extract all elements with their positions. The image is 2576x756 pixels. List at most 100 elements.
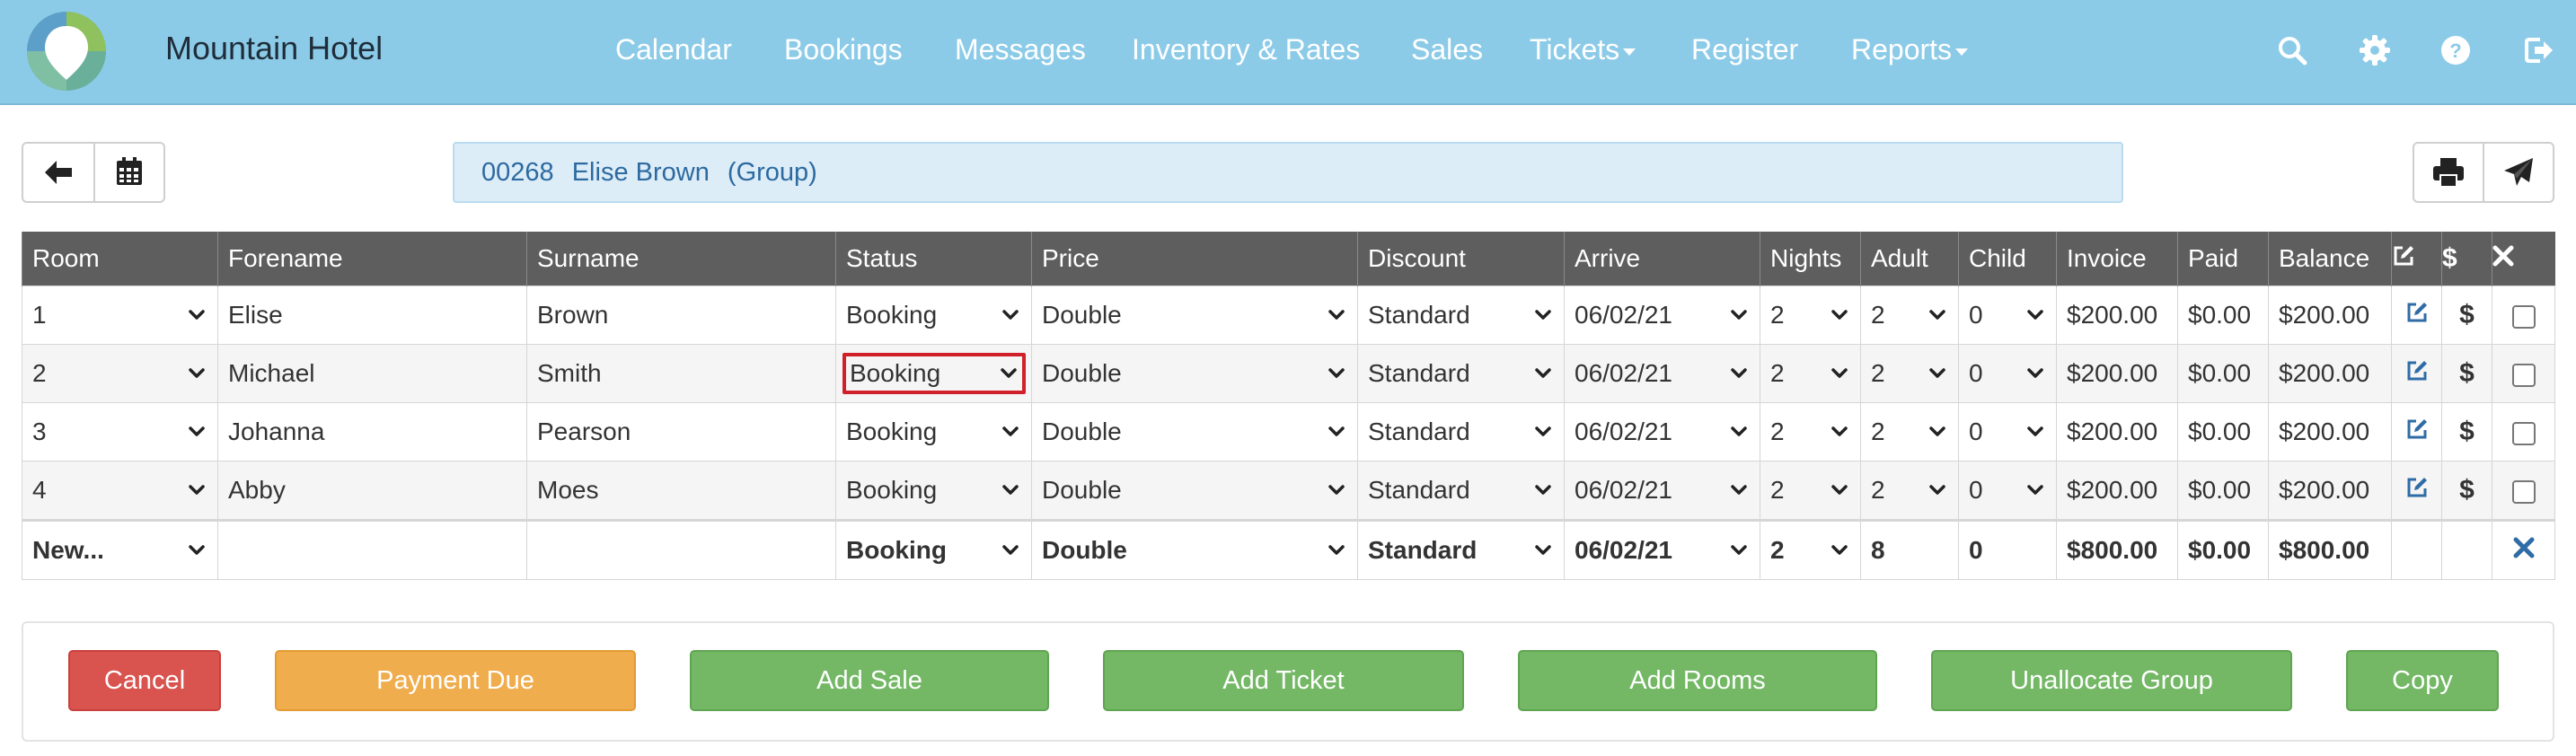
row-select-checkbox[interactable] [2492, 344, 2555, 403]
col-forename[interactable]: Forename [217, 232, 527, 286]
edit-button[interactable] [2391, 402, 2442, 462]
search-icon[interactable] [2276, 34, 2308, 66]
paid-link[interactable]: $0.00 [2177, 344, 2269, 403]
arrive-select[interactable]: 06/02/21 [1575, 295, 1760, 335]
checkbox[interactable] [2511, 479, 2536, 504]
paid-link[interactable]: $0.00 [2177, 461, 2269, 521]
child-select[interactable]: 0 [1969, 412, 2056, 452]
total-paid-link[interactable]: $0.00 [2177, 519, 2269, 580]
add-ticket-button[interactable]: Add Ticket [1103, 650, 1464, 711]
discount-select[interactable]: Standard [1368, 295, 1564, 335]
back-arrow-icon[interactable] [43, 158, 74, 187]
forename-cell[interactable]: Johanna [217, 402, 527, 462]
invoice-link[interactable]: $200.00 [2056, 402, 2178, 462]
col-invoice[interactable]: Invoice [2056, 232, 2178, 286]
payment-button[interactable]: $ [2441, 461, 2492, 521]
child-select[interactable]: 0 [1969, 295, 2056, 335]
arrive-select[interactable]: 06/02/21 [1575, 412, 1760, 452]
row-select-checkbox[interactable] [2492, 461, 2555, 521]
room-select[interactable]: 1 [32, 295, 217, 335]
new-nights-select[interactable]: 2 [1770, 531, 1860, 570]
payment-button[interactable]: $ [2441, 402, 2492, 462]
col-balance[interactable]: Balance [2268, 232, 2392, 286]
col-price[interactable]: Price [1031, 232, 1358, 286]
checkbox[interactable] [2511, 421, 2536, 445]
col-edit[interactable] [2391, 232, 2442, 286]
payment-button[interactable]: $ [2441, 286, 2492, 345]
new-status-select[interactable]: Booking [846, 531, 1031, 570]
col-paid[interactable]: Paid [2177, 232, 2269, 286]
new-room-select[interactable]: New... [32, 531, 217, 570]
copy-button[interactable]: Copy [2346, 650, 2499, 711]
calendar-icon[interactable] [115, 156, 144, 187]
gear-icon[interactable] [2359, 34, 2391, 66]
col-payment[interactable]: $ [2441, 232, 2492, 286]
checkbox[interactable] [2511, 363, 2536, 387]
status-select[interactable]: Booking [846, 470, 1031, 510]
col-delete[interactable] [2492, 232, 2555, 286]
nav-sales[interactable]: Sales [1411, 33, 1483, 66]
col-status[interactable]: Status [835, 232, 1032, 286]
nav-inventory-rates[interactable]: Inventory & Rates [1132, 33, 1360, 66]
nav-messages[interactable]: Messages [955, 33, 1086, 66]
child-select[interactable]: 0 [1969, 354, 2056, 393]
surname-cell[interactable]: Moes [526, 461, 836, 521]
adult-select[interactable]: 2 [1871, 354, 1958, 393]
add-sale-button[interactable]: Add Sale [690, 650, 1049, 711]
forename-cell[interactable]: Michael [217, 344, 527, 403]
checkbox[interactable] [2511, 304, 2536, 329]
nav-register[interactable]: Register [1691, 33, 1798, 66]
send-icon[interactable] [2502, 157, 2535, 188]
payment-due-button[interactable]: Payment Due [275, 650, 636, 711]
room-select[interactable]: 2 [32, 354, 217, 393]
invoice-link[interactable]: $200.00 [2056, 461, 2178, 521]
edit-button[interactable] [2391, 461, 2442, 521]
child-select[interactable]: 0 [1969, 470, 2056, 510]
room-select[interactable]: 4 [32, 470, 217, 510]
forename-cell[interactable]: Elise [217, 286, 527, 345]
surname-cell[interactable]: Smith [526, 344, 836, 403]
price-select[interactable]: Double [1042, 470, 1357, 510]
paid-link[interactable]: $0.00 [2177, 286, 2269, 345]
price-select[interactable]: Double [1042, 412, 1357, 452]
col-child[interactable]: Child [1958, 232, 2057, 286]
surname-cell[interactable]: Pearson [526, 402, 836, 462]
discount-select[interactable]: Standard [1368, 412, 1564, 452]
adult-select[interactable]: 2 [1871, 295, 1958, 335]
print-icon[interactable] [2432, 157, 2465, 188]
nav-reports[interactable]: Reports [1851, 33, 1969, 66]
discount-select[interactable]: Standard [1368, 354, 1564, 393]
adult-select[interactable]: 2 [1871, 470, 1958, 510]
payment-button[interactable]: $ [2441, 344, 2492, 403]
discount-select[interactable]: Standard [1368, 470, 1564, 510]
col-discount[interactable]: Discount [1357, 232, 1565, 286]
col-nights[interactable]: Nights [1760, 232, 1861, 286]
surname-cell[interactable]: Brown [526, 286, 836, 345]
col-room[interactable]: Room [22, 232, 218, 286]
remove-group-button[interactable] [2492, 519, 2555, 580]
nav-calendar[interactable]: Calendar [615, 33, 732, 66]
nav-bookings[interactable]: Bookings [784, 33, 903, 66]
new-discount-select[interactable]: Standard [1368, 531, 1564, 570]
nights-select[interactable]: 2 [1770, 412, 1860, 452]
nav-tickets[interactable]: Tickets [1530, 33, 1636, 66]
new-arrive-select[interactable]: 06/02/21 [1575, 531, 1760, 570]
brand-name[interactable]: Mountain Hotel [165, 30, 383, 67]
nights-select[interactable]: 2 [1770, 354, 1860, 393]
invoice-link[interactable]: $200.00 [2056, 344, 2178, 403]
row-select-checkbox[interactable] [2492, 402, 2555, 462]
arrive-select[interactable]: 06/02/21 [1575, 470, 1760, 510]
price-select[interactable]: Double [1042, 354, 1357, 393]
invoice-link[interactable]: $200.00 [2056, 286, 2178, 345]
col-surname[interactable]: Surname [526, 232, 836, 286]
adult-select[interactable]: 2 [1871, 412, 1958, 452]
paid-link[interactable]: $0.00 [2177, 402, 2269, 462]
logout-icon[interactable] [2522, 34, 2554, 66]
status-select[interactable]: Booking [846, 412, 1031, 452]
row-select-checkbox[interactable] [2492, 286, 2555, 345]
edit-button[interactable] [2391, 344, 2442, 403]
edit-button[interactable] [2391, 286, 2442, 345]
cancel-button[interactable]: Cancel [68, 650, 221, 711]
add-rooms-button[interactable]: Add Rooms [1518, 650, 1877, 711]
new-price-select[interactable]: Double [1042, 531, 1357, 570]
